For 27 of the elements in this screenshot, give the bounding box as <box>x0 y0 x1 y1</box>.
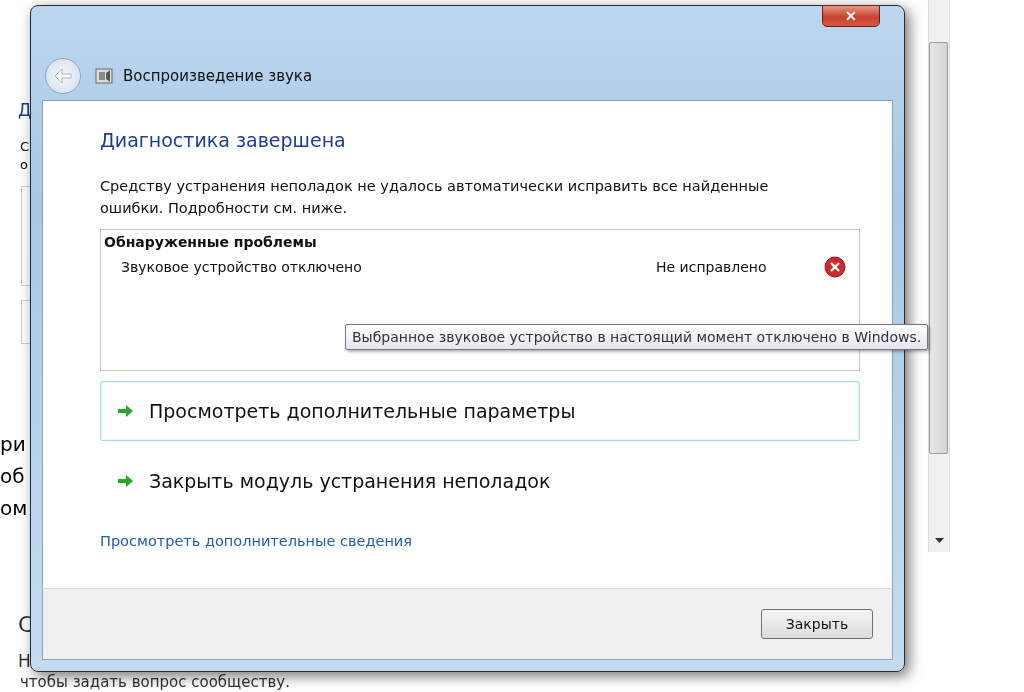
back-button[interactable] <box>45 58 81 94</box>
scroll-down-icon[interactable] <box>935 538 944 543</box>
close-dialog-button[interactable]: Закрыть <box>761 609 873 639</box>
text-fragment: Н <box>18 651 31 671</box>
tooltip: Выбранное звуковое устройство в настоящий момент отключено в Windows. <box>345 324 929 350</box>
scroll-thumb[interactable] <box>929 42 948 454</box>
help-text: чтобы задать вопрос сообществу. <box>20 673 290 691</box>
arrow-icon <box>117 404 135 418</box>
text-fragment: о <box>19 156 28 174</box>
text-fragment: ри <box>0 431 26 458</box>
page-heading: Диагностика завершена <box>100 129 347 151</box>
text-fragment: ом <box>0 495 28 522</box>
text-fragment: об <box>0 463 25 490</box>
text-fragment: С <box>19 138 30 156</box>
command-link[interactable]: Просмотреть дополнительные параметры <box>100 381 860 441</box>
window-title: Воспроизведение звука <box>123 67 313 85</box>
heading-fragment: Д <box>17 100 32 120</box>
scrollbar[interactable] <box>928 0 950 552</box>
problem-name: Звуковое устройство отключено <box>121 259 363 275</box>
details-link[interactable]: Просмотреть дополнительные сведения <box>100 533 860 549</box>
close-button[interactable]: ✕ <box>822 5 880 27</box>
panel-title: Обнаруженные проблемы <box>104 234 318 250</box>
message-text: Средству устранения неполадок не удалось автоматически исправить все найденные ошибки. Подробности см. ниже. <box>100 177 770 218</box>
speaker-icon <box>95 68 113 84</box>
arrow-icon <box>117 474 135 488</box>
back-arrow-icon <box>53 68 73 84</box>
problem-status: Не исправлено <box>656 259 768 275</box>
